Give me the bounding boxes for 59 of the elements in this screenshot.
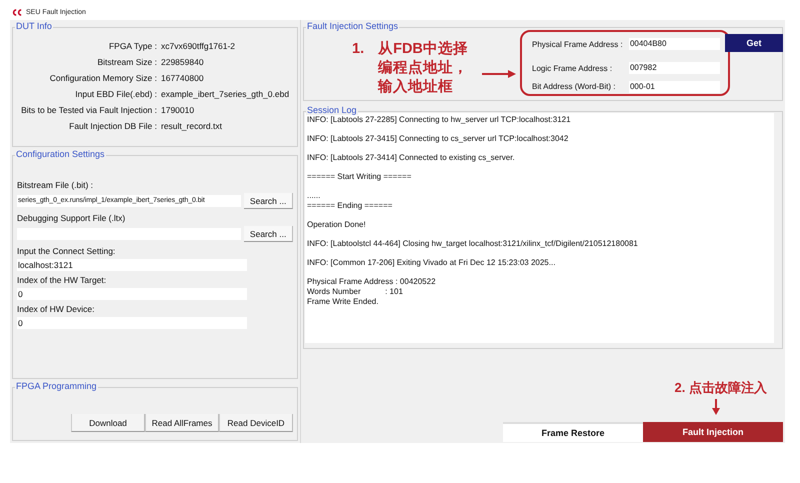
info-label: Fault Injection DB File : <box>68 120 157 132</box>
log-line: INFO: [Labtools 27-2285] Connecting to hw_server url TCP:localhost:3121 <box>307 115 572 125</box>
info-value: 229859840 <box>161 56 205 68</box>
info-label: Configuration Memory Size : <box>48 72 157 84</box>
action-button[interactable]: Read DeviceID <box>219 414 293 432</box>
input-field[interactable]: 007982 <box>628 62 720 74</box>
input-field[interactable]: 000-01 <box>628 80 720 92</box>
field-label: Index of HW Device: <box>17 304 96 314</box>
info-label: Input EBD File(.ebd) : <box>74 88 157 100</box>
info-value: example_ibert_7series_gth_0.ebd <box>161 88 290 100</box>
info-value: xc7vx690tffg1761-2 <box>161 40 236 52</box>
log-line: Operation Done! <box>307 220 367 230</box>
info-value: result_record.txt <box>161 120 223 132</box>
log-line: INFO: [Labtoolstcl 44-464] Closing hw_target localhost:3121/xilinx_tcf/Digilent/210512180081 <box>307 239 639 249</box>
group-title: Session Log <box>306 105 358 115</box>
field-label: Logic Frame Address : <box>532 64 614 72</box>
input-field[interactable]: 0 <box>17 317 247 329</box>
group-title: Fault Injection Settings <box>306 21 400 31</box>
group-title: FPGA Programming <box>15 381 98 391</box>
log-line: INFO: [Labtools 27-3414] Connected to existing cs_server. <box>307 153 516 163</box>
log-line: ====== Start Writing ====== <box>307 172 412 182</box>
field-label: Bitstream File (.bit) : <box>17 180 94 190</box>
info-label: Bits to be Tested via Fault Injection : <box>20 104 157 116</box>
annotation-text: 2. 点击故障注入 <box>674 379 767 397</box>
log-line: Words Number : 101 <box>307 287 404 297</box>
field-label: Debugging Support File (.ltx) <box>17 213 126 223</box>
frame-restore-button[interactable]: Frame Restore <box>503 422 643 442</box>
annotation-arrow <box>482 70 516 78</box>
input-field[interactable]: 0 <box>17 288 247 300</box>
log-line: INFO: [Common 17-206] Exiting Vivado at Fri Dec 12 15:23:03 2025... <box>307 258 556 268</box>
annotation-arrow <box>712 399 720 415</box>
app-logo-icon <box>12 9 22 16</box>
group-title: Configuration Settings <box>15 149 106 159</box>
get-button[interactable]: Get <box>725 34 783 52</box>
action-button[interactable]: Download <box>71 414 145 432</box>
annotation-text: 输入地址框 <box>378 78 454 97</box>
search-button[interactable]: Search ... <box>244 226 293 242</box>
field-label: Index of the HW Target: <box>17 275 108 285</box>
info-value: 167740800 <box>161 72 205 84</box>
group-title: DUT Info <box>15 21 53 31</box>
info-value: 1790010 <box>161 104 196 116</box>
info-label: FPGA Type : <box>108 40 157 52</box>
annotation-text: 编程点地址， <box>378 59 468 78</box>
annotation-number: 1. <box>352 40 364 59</box>
log-line: ====== Ending ====== <box>307 201 394 211</box>
action-button[interactable]: Read AllFrames <box>145 414 219 432</box>
field-label: Bit Address (Word-Bit) : <box>532 82 616 91</box>
search-button[interactable]: Search ... <box>244 193 293 209</box>
field-label: Input the Connect Setting: <box>17 246 116 256</box>
input-field[interactable]: 00404B80 <box>628 38 720 50</box>
fault-injection-button[interactable]: Fault Injection <box>643 422 783 442</box>
annotation-text: 从FDB中选择 <box>378 40 468 59</box>
log-line: Frame Write Ended. <box>307 297 380 307</box>
log-line: Physical Frame Address : 00420522 <box>307 277 437 287</box>
info-label: Bitstream Size : <box>96 56 157 68</box>
input-field[interactable]: localhost:3121 <box>17 259 247 271</box>
log-line: ...... <box>307 191 322 201</box>
log-line: INFO: [Labtools 27-3415] Connecting to cs_server url TCP:localhost:3042 <box>307 134 570 144</box>
field-label: Physical Frame Address : <box>532 40 624 48</box>
